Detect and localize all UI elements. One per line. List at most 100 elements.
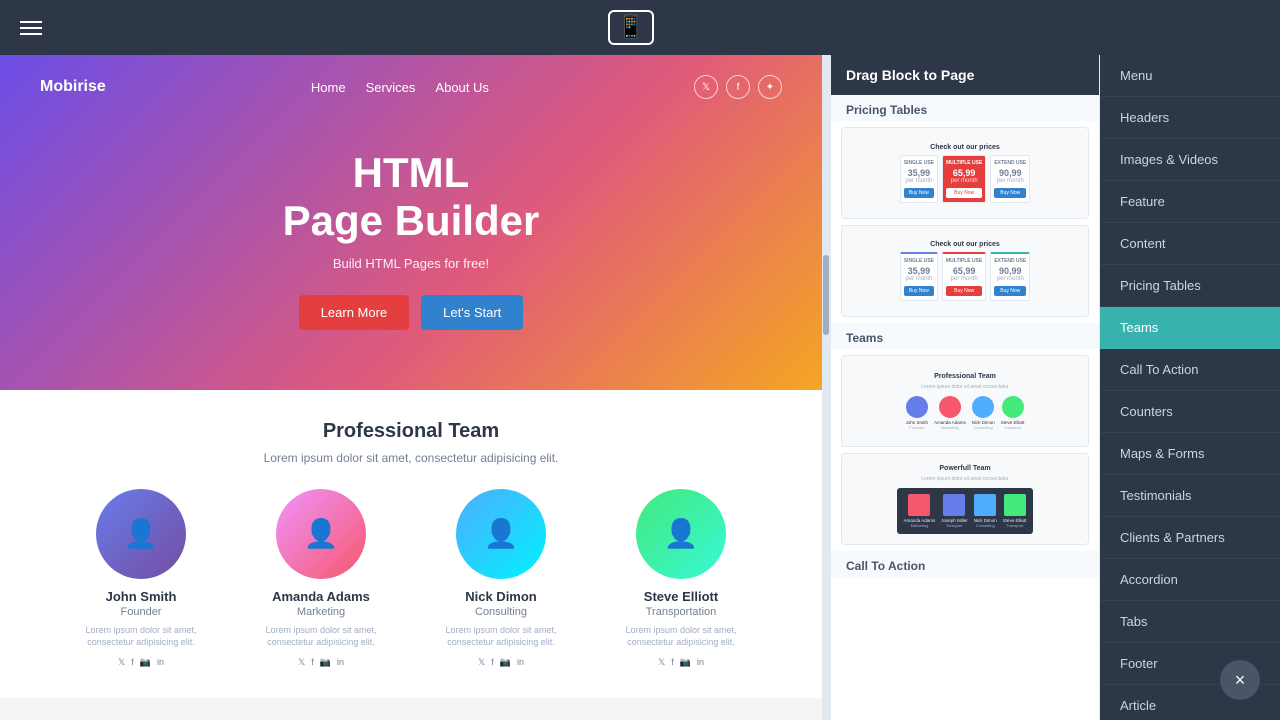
hero-buttons: Learn More Let's Start: [40, 295, 782, 330]
facebook-link-3[interactable]: f: [491, 657, 494, 668]
team-member-2: 👤 Amanda Adams Marketing Lorem ipsum dol…: [241, 489, 401, 668]
scrollbar-thumb[interactable]: [823, 255, 829, 335]
team-thumb-2: Amanda Adams Marketing Joseph Miller Des…: [897, 488, 1032, 534]
hero-nav: Mobirise Home Services About Us 𝕏 f ✦: [40, 75, 782, 99]
nav-item-accordion[interactable]: Accordion: [1100, 559, 1280, 601]
hero-title: HTML Page Builder: [40, 149, 782, 246]
team-thumb-avatar-7: [974, 494, 996, 516]
nav-item-teams[interactable]: Teams: [1100, 307, 1280, 349]
pricing-tables-label: Pricing Tables: [831, 95, 1099, 121]
nav-item-pricing-tables[interactable]: Pricing Tables: [1100, 265, 1280, 307]
price-col-single-1: SINGLE USE 35,99 per month Buy Now: [900, 155, 938, 203]
price-col-extend-1: EXTEND USE 90,99 per month Buy Now: [990, 155, 1030, 203]
teams-label: Teams: [831, 323, 1099, 349]
avatar-steve: 👤: [636, 489, 726, 579]
price-col-multiple-2: MULTIPLE USE 65,99 per month Buy Now: [942, 252, 986, 301]
nav-link-home[interactable]: Home: [311, 80, 346, 95]
learn-more-button[interactable]: Learn More: [299, 295, 409, 330]
nav-item-clients-partners[interactable]: Clients & Partners: [1100, 517, 1280, 559]
team-thumb-avatar-6: [943, 494, 965, 516]
team-thumb-member-1: John Smith Founder: [905, 396, 928, 430]
twitter-link-4[interactable]: 𝕏: [658, 657, 665, 668]
avatar-john: 👤: [96, 489, 186, 579]
hero-logo: Mobirise: [40, 78, 106, 96]
scrollbar-divider: [822, 55, 830, 720]
team-thumb-avatar-3: [972, 396, 994, 418]
member-role-3: Consulting: [421, 606, 581, 618]
team-member-1: 👤 John Smith Founder Lorem ipsum dolor s…: [61, 489, 221, 668]
nav-item-content[interactable]: Content: [1100, 223, 1280, 265]
member-socials-2: 𝕏 f 📷 in: [241, 657, 401, 668]
avatar-nick: 👤: [456, 489, 546, 579]
hero-subtitle: Build HTML Pages for free!: [40, 256, 782, 271]
blocks-panel: Drag Block to Page Pricing Tables Check …: [830, 55, 1100, 720]
member-role-1: Founder: [61, 606, 221, 618]
nav-item-counters[interactable]: Counters: [1100, 391, 1280, 433]
team-thumb-member-4: Steve Elliott Transport: [1001, 396, 1025, 430]
pricing-block-thumb-2[interactable]: Check out our prices SINGLE USE 35,99 pe…: [841, 225, 1089, 317]
hero-content: HTML Page Builder Build HTML Pages for f…: [40, 129, 782, 350]
member-name-3: Nick Dimon: [421, 589, 581, 604]
facebook-link-4[interactable]: f: [671, 657, 674, 668]
price-col-single-2: SINGLE USE 35,99 per month Buy Now: [900, 252, 938, 301]
facebook-link-1[interactable]: f: [131, 657, 134, 668]
nav-link-services[interactable]: Services: [366, 80, 416, 95]
facebook-icon[interactable]: f: [726, 75, 750, 99]
linkedin-link-1[interactable]: in: [157, 657, 164, 668]
nav-item-headers[interactable]: Headers: [1100, 97, 1280, 139]
instagram-link-3[interactable]: 📷: [500, 657, 511, 668]
top-bar: 📱: [0, 0, 1280, 55]
linkedin-link-3[interactable]: in: [517, 657, 524, 668]
instagram-icon[interactable]: ✦: [758, 75, 782, 99]
team-thumb-member-5: Amanda Adams Marketing: [903, 494, 935, 528]
twitter-link-1[interactable]: 𝕏: [118, 657, 125, 668]
right-nav: Menu Headers Images & Videos Feature Con…: [1100, 55, 1280, 720]
lets-start-button[interactable]: Let's Start: [421, 295, 523, 330]
facebook-link-2[interactable]: f: [311, 657, 314, 668]
linkedin-link-2[interactable]: in: [337, 657, 344, 668]
nav-item-images-videos[interactable]: Images & Videos: [1100, 139, 1280, 181]
twitter-link-2[interactable]: 𝕏: [298, 657, 305, 668]
nav-item-maps-forms[interactable]: Maps & Forms: [1100, 433, 1280, 475]
team-thumb-member-6: Joseph Miller Designer: [941, 494, 968, 528]
nav-item-call-to-action[interactable]: Call To Action: [1100, 349, 1280, 391]
twitter-icon[interactable]: 𝕏: [694, 75, 718, 99]
team-grid: 👤 John Smith Founder Lorem ipsum dolor s…: [40, 489, 782, 668]
price-col-extend-2: EXTEND USE 90,99 per month Buy Now: [990, 252, 1030, 301]
team-member-4: 👤 Steve Elliott Transportation Lorem ips…: [601, 489, 761, 668]
hero-nav-links: Home Services About Us: [311, 80, 489, 95]
team-thumb-avatar-1: [906, 396, 928, 418]
member-socials-3: 𝕏 f 📷 in: [421, 657, 581, 668]
team-thumb-member-7: Nick Dimon Consulting: [974, 494, 997, 528]
mobile-preview-icon[interactable]: 📱: [608, 10, 653, 44]
team-thumb-member-8: Steve Elliott Transport: [1003, 494, 1027, 528]
instagram-link-2[interactable]: 📷: [320, 657, 331, 668]
linkedin-link-4[interactable]: in: [697, 657, 704, 668]
pricing-block-thumb-1[interactable]: Check out our prices SINGLE USE 35,99 pe…: [841, 127, 1089, 219]
pricing-thumb-inner-2: Check out our prices SINGLE USE 35,99 pe…: [842, 226, 1088, 316]
team-block-thumb-2[interactable]: Powerfull Team Lorem ipsum dolor sit ame…: [841, 453, 1089, 545]
nav-link-about[interactable]: About Us: [435, 80, 488, 95]
blocks-panel-header: Drag Block to Page: [831, 55, 1099, 95]
team-section-desc: Lorem ipsum dolor sit amet, consectetur …: [40, 451, 782, 465]
member-role-4: Transportation: [601, 606, 761, 618]
member-desc-2: Lorem ipsum dolor sit amet, consectetur …: [241, 624, 401, 649]
avatar-amanda: 👤: [276, 489, 366, 579]
hamburger-icon[interactable]: [20, 21, 42, 35]
nav-item-tabs[interactable]: Tabs: [1100, 601, 1280, 643]
close-button[interactable]: ×: [1220, 660, 1260, 700]
instagram-link-4[interactable]: 📷: [680, 657, 691, 668]
instagram-link-1[interactable]: 📷: [140, 657, 151, 668]
twitter-link-3[interactable]: 𝕏: [478, 657, 485, 668]
team-section-title: Professional Team: [40, 420, 782, 443]
team-thumb-1: John Smith Founder Amanda Adams Marketin…: [905, 396, 1024, 430]
member-name-1: John Smith: [61, 589, 221, 604]
nav-item-feature[interactable]: Feature: [1100, 181, 1280, 223]
team-block-thumb-1[interactable]: Professional Team Lorem ipsum dolor sit …: [841, 355, 1089, 447]
team-section: Professional Team Lorem ipsum dolor sit …: [0, 390, 822, 698]
team-thumb-avatar-8: [1004, 494, 1026, 516]
nav-item-testimonials[interactable]: Testimonials: [1100, 475, 1280, 517]
member-desc-4: Lorem ipsum dolor sit amet, consectetur …: [601, 624, 761, 649]
hero-section: Mobirise Home Services About Us 𝕏 f ✦ HT…: [0, 55, 822, 390]
nav-item-menu[interactable]: Menu: [1100, 55, 1280, 97]
